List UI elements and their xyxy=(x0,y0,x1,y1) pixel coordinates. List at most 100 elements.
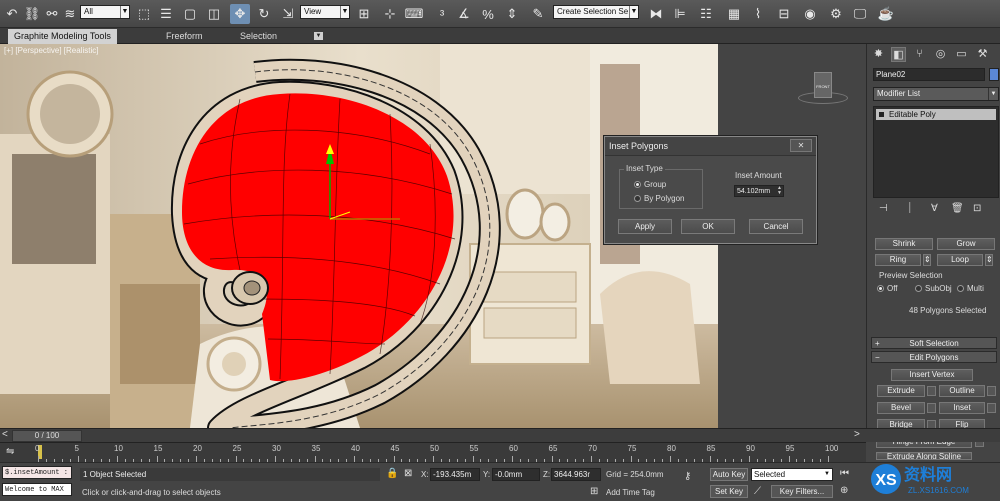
display-tab-icon[interactable]: ▭ xyxy=(954,47,969,62)
tab-graphite-modeling-tools[interactable]: Graphite Modeling Tools xyxy=(8,29,117,44)
time-left-icon[interactable]: < xyxy=(2,429,8,440)
spinner-arrows-icon[interactable]: ▲ ▼ xyxy=(776,186,783,196)
maxscript-listener-line[interactable]: $.insetAmount : xyxy=(2,466,72,479)
modify-tab-icon[interactable]: ◧ xyxy=(891,47,906,62)
object-name-field[interactable]: Plane02 xyxy=(873,68,985,81)
link-icon[interactable]: ⛓ xyxy=(22,4,42,24)
inset-settings-icon[interactable] xyxy=(987,403,996,413)
tab-selection[interactable]: Selection xyxy=(234,29,283,44)
add-time-tag[interactable]: Add Time Tag xyxy=(606,488,655,497)
angle-snap-icon[interactable]: ∡ xyxy=(454,4,474,24)
key-filters-button[interactable]: Key Filters... xyxy=(771,485,833,498)
undo-icon[interactable]: ↶ xyxy=(2,4,22,24)
inset-amount-spinner[interactable]: 54.102mm ▲ ▼ xyxy=(734,185,784,197)
y-coordinate-field[interactable]: -0.0mm xyxy=(492,468,540,481)
named-selection-dropdown[interactable]: Create Selection Se ▼ xyxy=(553,5,639,19)
apply-button[interactable]: Apply xyxy=(618,219,672,234)
ring-spinner-icon[interactable]: ⇕ xyxy=(923,254,931,266)
ring-button[interactable]: Ring xyxy=(875,254,921,266)
radio-preview-subobj[interactable]: SubObj xyxy=(915,284,952,293)
key-icon[interactable]: ⚷ xyxy=(684,471,691,482)
hierarchy-tab-icon[interactable]: ⑂ xyxy=(912,47,927,62)
pin-stack-icon[interactable]: ⊣ xyxy=(879,203,888,214)
tangent-icon[interactable]: ⟋ xyxy=(754,486,761,497)
trackbar[interactable]: ⇋ 0 5 10 15 20 25 30 35 40 45 50 55 60 65 70 75 80 85 90 95… xyxy=(0,442,866,462)
select-and-scale-icon[interactable]: ⇲ xyxy=(278,4,298,24)
outline-settings-icon[interactable] xyxy=(987,386,996,396)
tab-freeform[interactable]: Freeform xyxy=(160,29,209,44)
radio-group[interactable]: Group xyxy=(634,180,666,189)
viewport-label[interactable]: [+] [Perspective] [Realistic] xyxy=(4,46,98,55)
select-manipulate-icon[interactable]: ⊹ xyxy=(380,4,400,24)
remove-modifier-icon[interactable]: 🗑 xyxy=(951,203,964,214)
unlink-icon[interactable]: ⚯ xyxy=(42,4,62,24)
set-key-button[interactable]: Set Key xyxy=(710,485,748,498)
mirror-icon[interactable]: ⧓ xyxy=(646,4,666,24)
motion-tab-icon[interactable]: ◎ xyxy=(933,47,948,62)
rectangle-selection-icon[interactable]: ▢ xyxy=(180,4,200,24)
z-coordinate-field[interactable]: 3644.963r xyxy=(551,468,601,481)
spinner-snap-icon[interactable]: ⇕ xyxy=(502,4,522,24)
extrude-button[interactable]: Extrude xyxy=(877,385,925,397)
radio-by-polygon[interactable]: By Polygon xyxy=(634,194,684,203)
curve-editor-icon[interactable]: ⌇ xyxy=(748,4,768,24)
key-mode-dropdown[interactable]: Selected ▼ xyxy=(751,468,833,481)
ribbon-expand-icon[interactable]: ▼ xyxy=(314,32,323,40)
zoom-extents-icon[interactable]: ⊕ xyxy=(840,485,848,496)
make-unique-icon[interactable]: ∀ xyxy=(931,203,938,214)
configure-sets-icon[interactable]: ⊡ xyxy=(973,203,981,214)
loop-button[interactable]: Loop xyxy=(937,254,983,266)
go-to-start-icon[interactable]: ⏮ xyxy=(840,468,849,479)
percent-snap-icon[interactable]: % xyxy=(478,4,498,24)
align-icon[interactable]: ⊫ xyxy=(670,4,690,24)
schematic-view-icon[interactable]: ⊟ xyxy=(774,4,794,24)
selection-lock-icon[interactable]: 🔒 xyxy=(386,468,398,479)
bevel-button[interactable]: Bevel xyxy=(877,402,925,414)
pivot-center-icon[interactable]: ⊞ xyxy=(354,4,374,24)
extrude-settings-icon[interactable] xyxy=(927,386,936,396)
loop-spinner-icon[interactable]: ⇕ xyxy=(985,254,993,266)
snaps-toggle-icon[interactable]: ³ xyxy=(432,4,452,24)
reference-coordinate-dropdown[interactable]: View ▼ xyxy=(300,5,350,19)
select-object-icon[interactable]: ⬚ xyxy=(134,4,154,24)
shrink-button[interactable]: Shrink xyxy=(875,238,933,250)
rollout-soft-selection[interactable]: + Soft Selection xyxy=(871,337,997,349)
viewcube[interactable]: FRONT xyxy=(814,72,832,98)
radio-preview-off[interactable]: Off xyxy=(877,284,898,293)
outline-button[interactable]: Outline xyxy=(939,385,985,397)
graphite-toggle-icon[interactable]: ▦ xyxy=(724,4,744,24)
selection-filter-dropdown[interactable]: All ▼ xyxy=(80,5,130,19)
x-coordinate-field[interactable]: -193.435m xyxy=(430,468,480,481)
show-end-result-icon[interactable]: ⏐ xyxy=(907,203,913,214)
mini-curve-editor-icon[interactable]: ⇋ xyxy=(6,446,14,457)
bind-space-warp-icon[interactable]: ≋ xyxy=(60,4,80,24)
insert-vertex-button[interactable]: Insert Vertex xyxy=(891,369,973,381)
utilities-tab-icon[interactable]: ⚒ xyxy=(975,47,990,62)
absolute-mode-icon[interactable]: ⊠ xyxy=(404,468,412,479)
ok-button[interactable]: OK xyxy=(681,219,735,234)
time-tag-icon[interactable]: ⊞ xyxy=(590,486,598,497)
time-slider[interactable]: 0 / 100 xyxy=(12,430,82,442)
stack-item-editable-poly[interactable]: Editable Poly xyxy=(876,109,996,120)
modifier-list-dropdown[interactable]: Modifier List ▼ xyxy=(873,87,999,101)
radio-preview-multi[interactable]: Multi xyxy=(957,284,984,293)
object-color-swatch[interactable] xyxy=(989,68,999,81)
extrude-along-spline-button[interactable]: Extrude Along Spline xyxy=(876,452,972,460)
inset-button[interactable]: Inset xyxy=(939,402,985,414)
grow-button[interactable]: Grow xyxy=(937,238,995,250)
material-editor-icon[interactable]: ◉ xyxy=(800,4,820,24)
time-right-icon[interactable]: > xyxy=(854,429,860,440)
select-and-rotate-icon[interactable]: ↻ xyxy=(254,4,274,24)
rollout-edit-polygons[interactable]: − Edit Polygons xyxy=(871,351,997,363)
bevel-settings-icon[interactable] xyxy=(927,403,936,413)
select-by-name-icon[interactable]: ☰ xyxy=(156,4,176,24)
cancel-button[interactable]: Cancel xyxy=(749,219,803,234)
create-tab-icon[interactable]: ✸ xyxy=(871,47,886,62)
layer-manager-icon[interactable]: ☷ xyxy=(696,4,716,24)
window-crossing-icon[interactable]: ◫ xyxy=(204,4,224,24)
auto-key-button[interactable]: Auto Key xyxy=(710,468,748,481)
render-setup-icon[interactable]: ⚙ xyxy=(826,4,846,24)
edit-named-selection-icon[interactable]: ✎ xyxy=(528,4,548,24)
dialog-close-button[interactable]: ✕ xyxy=(790,139,812,152)
render-production-icon[interactable]: ☕ xyxy=(876,4,896,24)
